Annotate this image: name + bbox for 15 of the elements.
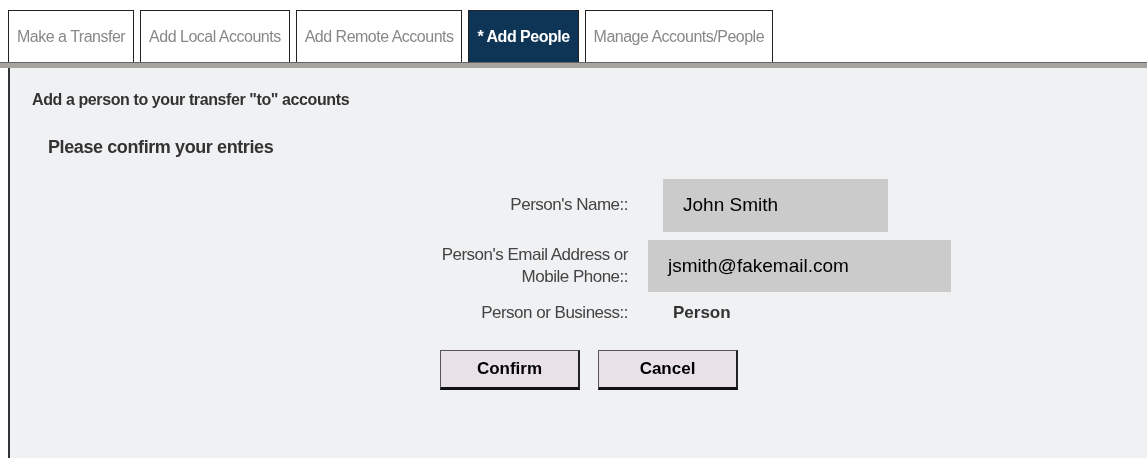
value-text: Person <box>673 303 731 322</box>
value-field: John Smith <box>663 179 888 232</box>
section-subheading: Please confirm your entries <box>48 136 275 159</box>
tab[interactable]: Add Remote Accounts <box>295 10 463 62</box>
cancel-button[interactable]: Cancel <box>598 349 738 390</box>
tab[interactable]: * Add People <box>468 10 579 62</box>
value-field: jsmith@fakemail.com <box>648 239 951 292</box>
field-label: Person or Business:: <box>481 302 628 322</box>
field-label: Person's Email Address or Mobile Phone:: <box>440 243 628 288</box>
section-heading: Add a person to your transfer "to" accounts <box>32 90 351 110</box>
field-label: Person's Name:: <box>510 195 628 215</box>
confirm-button[interactable]: Confirm <box>440 349 580 390</box>
tab[interactable]: Add Local Accounts <box>140 10 290 62</box>
tab[interactable]: Manage Accounts/People <box>584 10 774 62</box>
tab[interactable]: Make a Transfer <box>8 10 135 62</box>
